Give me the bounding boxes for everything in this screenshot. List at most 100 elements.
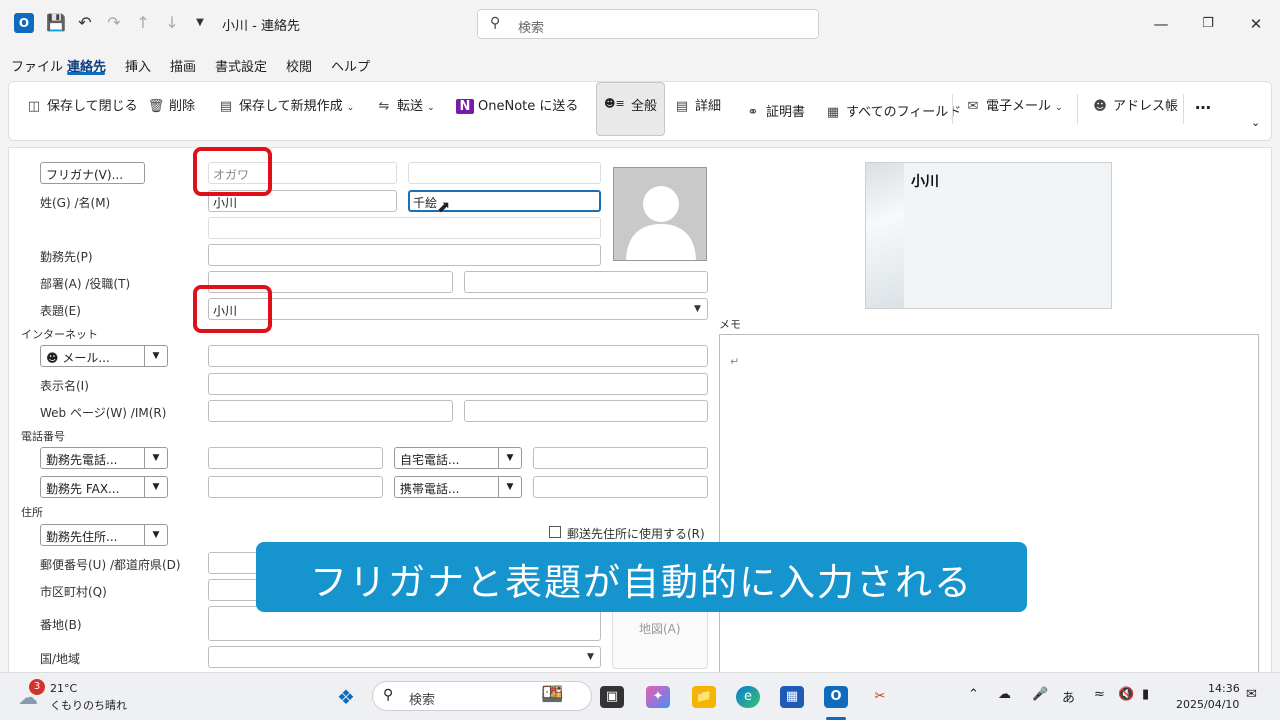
highlight-furigana [193, 147, 272, 196]
trash-icon: 🗑 [147, 99, 165, 114]
file-as-select[interactable]: 小川 [208, 298, 708, 320]
contact-icon: ☻ [46, 351, 59, 365]
country-label: 国/地域 [40, 652, 81, 666]
business-address-dropdown[interactable]: 勤務先住所... ▼ [40, 524, 168, 546]
save-close-icon: ◫ [27, 99, 41, 114]
restore-button[interactable]: ❐ [1193, 10, 1223, 38]
chevron-down-icon[interactable]: ▼ [587, 652, 594, 662]
weather-desc[interactable]: くもりのち晴れ [50, 697, 127, 713]
home-phone-dropdown[interactable]: 自宅電話... ▼ [394, 447, 522, 469]
battery-icon[interactable]: ▮ [1142, 687, 1149, 702]
outlook-taskbar-icon[interactable]: O [824, 686, 848, 708]
weather-badge: 3 [29, 679, 45, 695]
save-new-label: 保存して新規作成 [239, 99, 343, 114]
customize-toolbar-icon[interactable]: ▼ [190, 13, 210, 33]
task-view-icon[interactable]: ▣ [600, 686, 624, 708]
chevron-down-icon[interactable]: ▼ [694, 304, 701, 314]
email-type-dropdown[interactable]: ☻ メール... ▼ [40, 345, 168, 367]
contact-photo[interactable] [613, 167, 707, 261]
close-button[interactable]: ✕ [1241, 10, 1271, 38]
company-input[interactable] [208, 244, 601, 266]
email-button[interactable]: ✉ 電子メール ⌄ [964, 95, 1063, 114]
tab-file[interactable]: ファイル [11, 56, 63, 75]
file-explorer-icon[interactable]: 📁 [692, 686, 716, 708]
mobile-phone-input[interactable] [533, 476, 708, 498]
save-new-button[interactable]: ▤ 保存して新規作成 ⌄ [217, 95, 354, 114]
edge-icon[interactable]: e [736, 686, 760, 708]
middle-name-input[interactable] [208, 217, 601, 239]
undo-icon[interactable]: ↶ [75, 13, 95, 33]
ime-indicator[interactable]: あ [1062, 687, 1075, 706]
tab-insert[interactable]: 挿入 [125, 56, 151, 75]
clock-time[interactable]: 14:36 [1208, 682, 1240, 695]
taskbar-search-input[interactable]: ⚲ 検索 🍱 [372, 681, 592, 711]
weather-temp[interactable]: 21°C [50, 682, 77, 695]
microphone-icon[interactable]: 🎤 [1032, 687, 1048, 702]
job-title-input[interactable] [464, 271, 708, 293]
general-view-button[interactable]: ☻≡ 全般 [596, 82, 665, 136]
details-button[interactable]: ▤ 詳細 [673, 95, 721, 114]
save-close-button[interactable]: ◫ 保存して閉じる [25, 95, 138, 114]
onedrive-cloud-icon[interactable]: ☁ [998, 687, 1011, 702]
minimize-button[interactable]: — [1146, 10, 1176, 38]
address-book-button[interactable]: ☻ アドレス帳 [1091, 95, 1178, 114]
mobile-phone-dropdown[interactable]: 携帯電話... ▼ [394, 476, 522, 498]
tab-review[interactable]: 校閲 [286, 56, 312, 75]
caption-text: フリガナと表題が自動的に入力される [310, 561, 973, 604]
web-page-input[interactable] [208, 400, 453, 422]
email-label: 電子メール [986, 99, 1052, 114]
wifi-icon[interactable]: ≈ [1094, 687, 1105, 702]
down-arrow-icon[interactable]: ↓ [162, 13, 182, 33]
business-fax-input[interactable] [208, 476, 383, 498]
phone-section-title: 電話番号 [21, 430, 65, 443]
tab-format[interactable]: 書式設定 [215, 56, 267, 75]
ribbon-divider [1077, 94, 1078, 124]
forward-button[interactable]: ⇋ 転送 ⌄ [375, 95, 435, 114]
redo-icon[interactable]: ↷ [104, 13, 124, 33]
furigana-button[interactable]: フリガナ(V)... [40, 162, 145, 184]
business-phone-input[interactable] [208, 447, 383, 469]
show-hidden-icons[interactable]: ⌃ [968, 687, 979, 702]
country-select[interactable] [208, 646, 601, 668]
mailing-address-checkbox[interactable] [549, 526, 561, 538]
forward-icon: ⇋ [378, 99, 390, 114]
speaker-muted-icon[interactable]: 🔇 [1118, 687, 1134, 702]
notification-icon[interactable]: ✉ [1246, 687, 1257, 702]
all-fields-button[interactable]: ▦ すべてのフィールド [824, 101, 961, 120]
active-tab-indicator [67, 72, 105, 75]
certificates-label: 証明書 [766, 105, 806, 120]
tab-draw[interactable]: 描画 [170, 56, 196, 75]
clock-date[interactable]: 2025/04/10 [1176, 698, 1239, 711]
display-name-label: 表示名(I) [40, 379, 89, 393]
web-im-label: Web ページ(W) /IM(R) [40, 406, 167, 420]
chevron-down-icon: ▼ [498, 448, 521, 468]
store-icon[interactable]: ▦ [780, 686, 804, 708]
save-icon[interactable]: 💾 [46, 13, 66, 33]
mobile-phone-label: 携帯電話... [400, 482, 460, 496]
collapse-ribbon-icon[interactable]: ⌄ [1251, 116, 1260, 129]
snipping-tool-icon[interactable]: ✂ [868, 686, 892, 708]
certificates-button[interactable]: ⚭ 証明書 [744, 101, 805, 120]
start-windows-icon[interactable]: ❖ [334, 686, 358, 708]
furigana-first-input[interactable] [408, 162, 601, 184]
menu-bar: ファイル 連絡先 挿入 描画 書式設定 校閲 ヘルプ [0, 52, 1280, 76]
im-address-input[interactable] [464, 400, 708, 422]
search-input[interactable]: ⚲ 検索 [477, 9, 819, 39]
tab-help[interactable]: ヘルプ [331, 56, 370, 75]
delete-button[interactable]: 🗑 削除 [147, 95, 195, 114]
chevron-down-icon: ⌄ [1055, 103, 1063, 113]
onenote-button[interactable]: N OneNote に送る [456, 95, 578, 114]
city-label: 市区町村(Q) [40, 585, 107, 599]
email-input[interactable] [208, 345, 708, 367]
up-arrow-icon[interactable]: ↑ [133, 13, 153, 33]
details-label: 詳細 [695, 99, 722, 114]
business-phone-dropdown[interactable]: 勤務先電話... ▼ [40, 447, 168, 469]
details-icon: ▤ [675, 99, 689, 114]
business-fax-dropdown[interactable]: 勤務先 FAX... ▼ [40, 476, 168, 498]
copilot-icon[interactable]: ✦ [646, 686, 670, 708]
display-name-input[interactable] [208, 373, 708, 395]
memo-textarea[interactable]: ↵ [719, 334, 1259, 673]
home-phone-input[interactable] [533, 447, 708, 469]
business-card-preview[interactable]: 小川 [865, 162, 1112, 309]
more-options-button[interactable]: … [1195, 94, 1211, 113]
